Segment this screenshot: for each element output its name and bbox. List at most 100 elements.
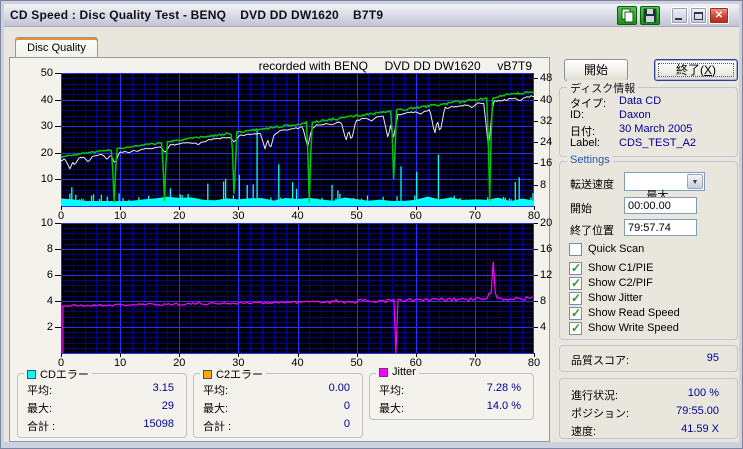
cd-error-swatch: [27, 369, 36, 379]
axis-tick-label: 16: [540, 243, 553, 255]
axis-tick-label: 50: [350, 210, 363, 222]
copy-icon[interactable]: [617, 6, 637, 25]
disc-label-value: CDS_TEST_A2: [619, 137, 697, 149]
axis-tick-label: 40: [40, 93, 53, 106]
start-position-label: 開始: [570, 203, 592, 215]
position-value: 79:55.00: [676, 405, 719, 417]
stat-row: 最大: 14.0 %: [379, 400, 521, 415]
quality-chart-top: [55, 73, 538, 210]
save-icon[interactable]: [640, 6, 660, 25]
exit-button[interactable]: 終了(X): [654, 59, 738, 81]
axis-tick-label: 50: [350, 357, 363, 369]
axis-tick-label: 70: [468, 210, 481, 222]
axis-tick-label: 40: [291, 210, 304, 222]
quality-score-row: 品質スコア: 95: [571, 352, 719, 367]
checkbox-show-read-speed[interactable]: Show Read Speed: [569, 306, 729, 321]
checkbox-box[interactable]: [569, 261, 582, 275]
c2-error-swatch: [203, 369, 212, 379]
stat-row: 合計 :15098: [27, 418, 174, 433]
checkbox-show-write-speed[interactable]: Show Write Speed: [569, 321, 729, 336]
axis-tick-label: 40: [291, 357, 304, 369]
close-glyph: ✕: [714, 10, 724, 21]
axis-tick-label: 10: [40, 217, 53, 229]
stat-row: 最大: 0: [203, 400, 350, 415]
chart-svg: [55, 73, 538, 210]
checkbox-show-c1-pie[interactable]: Show C1/PIE: [569, 261, 729, 276]
checkbox-show-jitter[interactable]: Show Jitter: [569, 291, 729, 306]
stat-row: 平均: 7.28 %: [379, 382, 521, 397]
axis-tick-label: 50: [40, 67, 53, 79]
axis-tick-label: 2: [46, 321, 53, 333]
quality-score-group: 品質スコア: 95: [559, 345, 738, 372]
jitter-swatch: [379, 367, 388, 377]
axis-tick-label: 4: [540, 321, 547, 333]
disc-info-caption: ディスク情報: [567, 80, 639, 96]
axis-tick-label: 0: [57, 357, 65, 369]
axis-tick-label: 10: [40, 173, 53, 186]
axis-tick-label: 12: [540, 269, 553, 281]
save-icon-glyph: [643, 8, 657, 23]
focus-rect: [658, 63, 734, 77]
quality-score-value: 95: [706, 352, 719, 364]
checkbox-box[interactable]: [569, 291, 582, 305]
axis-tick-label: 8: [540, 295, 547, 307]
axis-tick-label: 40: [540, 93, 553, 106]
axis-tick-label: 10: [114, 357, 127, 369]
chart-recorded-with-label: recorded with BENQ DVD DD DW1620 vB7T9: [258, 59, 532, 73]
jitter-chart-bottom: [55, 223, 538, 357]
disc-type-value: Data CD: [619, 95, 662, 107]
settings-caption: Settings: [567, 154, 613, 166]
axis-tick-label: 16: [540, 157, 553, 170]
axis-tick-label: 30: [232, 357, 245, 369]
checkbox-show-c2-pif[interactable]: Show C2/PIF: [569, 276, 729, 291]
disc-info-group: ディスク情報 タイプ: Data CD ID: Daxon 日付: 30 March …: [559, 80, 738, 157]
titlebar[interactable]: CD Speed : Disc Quality Test - BENQ DVD …: [4, 4, 739, 27]
quality-score-label: 品質スコア:: [571, 355, 630, 367]
chart-svg: [55, 223, 538, 357]
start-position-input[interactable]: 00:00.00: [624, 197, 697, 214]
c2-error-stats-box: C2エラー 平均: 0.00 最大: 0 合計 :0: [193, 366, 363, 438]
axis-tick-label: 30: [232, 210, 245, 222]
axis-tick-label: 30: [40, 120, 53, 133]
axis-tick-label: 48: [540, 72, 553, 85]
end-position-label: 終了位置: [570, 225, 614, 237]
checkbox-box[interactable]: [569, 306, 582, 320]
axis-tick-label: 70: [468, 357, 481, 369]
settings-group: Settings 転送速度 最大 ▼ 開始 00:00.00 終了位置 79:5…: [559, 154, 738, 340]
checkbox-box[interactable]: [569, 276, 582, 290]
tab-disc-quality[interactable]: Disc Quality: [15, 37, 98, 58]
progress-value: 100 %: [687, 387, 719, 399]
checkbox-box[interactable]: [569, 321, 582, 335]
copy-icon-glyph: [621, 8, 634, 23]
disc-id-value: Daxon: [619, 109, 651, 121]
axis-tick-label: 20: [40, 146, 53, 159]
cd-error-stats-box: CDエラー 平均: 3.15 最大: 29 合計 :15098: [17, 366, 187, 438]
transfer-speed-combobox[interactable]: 最大 ▼: [624, 172, 705, 202]
end-position-input[interactable]: 79:57.74: [624, 219, 697, 236]
chevron-down-icon[interactable]: ▼: [687, 174, 703, 189]
minimize-button[interactable]: [671, 7, 688, 24]
stat-row: 合計 :0: [203, 418, 350, 433]
axis-tick-label: 60: [409, 210, 422, 222]
axis-tick-label: 20: [173, 210, 186, 222]
checkbox-box[interactable]: [569, 243, 582, 256]
axis-tick-label: 20: [173, 357, 186, 369]
axis-tick-label: 60: [409, 357, 422, 369]
speed-row: 速度: 41.59 X: [571, 423, 719, 438]
close-button[interactable]: ✕: [709, 7, 729, 24]
checkbox-quick-scan[interactable]: Quick Scan: [569, 243, 729, 257]
stat-row: 平均: 0.00: [203, 382, 350, 397]
tab-label: Disc Quality: [27, 42, 86, 54]
stat-row: 平均: 3.15: [27, 382, 174, 397]
progress-group: 進行状況: 100 % ポジション: 79:55.00 速度: 41.59 X: [559, 378, 738, 439]
speed-value: 41.59 X: [681, 423, 719, 435]
axis-tick-label: 20: [540, 217, 553, 229]
maximize-button[interactable]: [690, 7, 707, 24]
axis-tick-label: 10: [114, 210, 127, 222]
axis-tick-label: 8: [540, 178, 547, 191]
axis-tick-label: 32: [540, 114, 553, 127]
window-title: CD Speed : Disc Quality Test - BENQ DVD …: [10, 8, 384, 22]
progress-row: 進行状況: 100 %: [571, 387, 719, 402]
position-row: ポジション: 79:55.00: [571, 405, 719, 420]
start-button[interactable]: 開始: [564, 59, 628, 81]
